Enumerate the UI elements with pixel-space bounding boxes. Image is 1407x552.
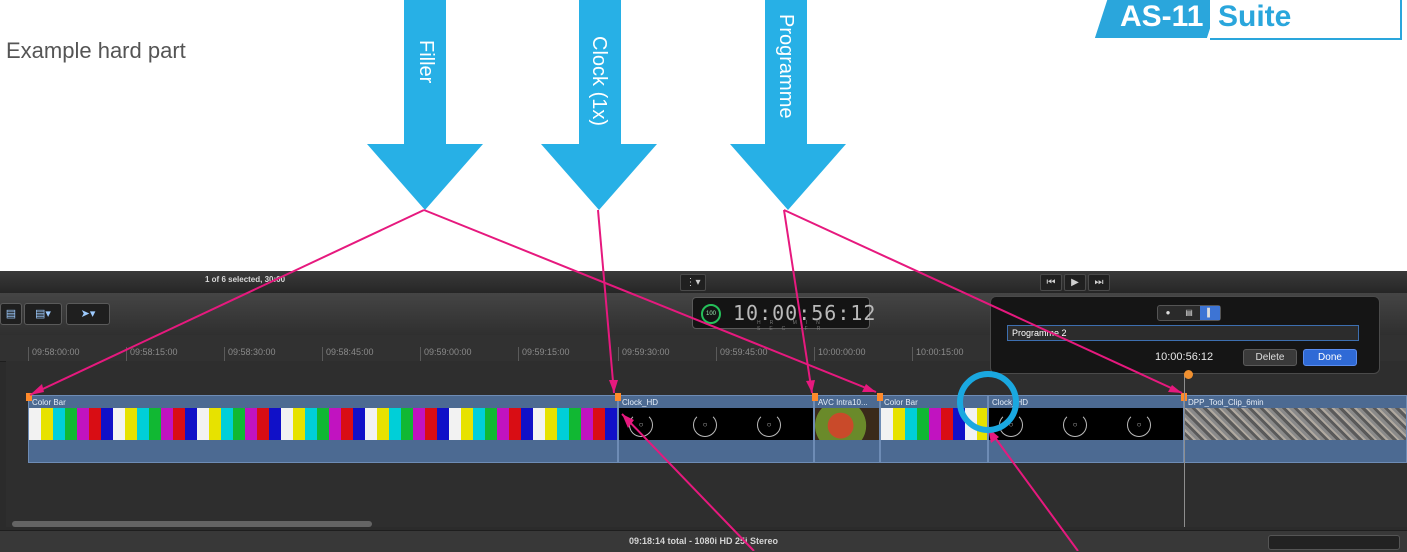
programme-pointer-line [783, 209, 813, 394]
arrowhead [609, 380, 618, 393]
annotation-overlay [29, 209, 1183, 551]
arrowhead [862, 384, 876, 392]
arrowhead [30, 384, 44, 395]
arrowhead [1168, 385, 1182, 393]
highlight-circle [957, 371, 1019, 433]
clock-pointer-line [987, 427, 1079, 551]
filler-pointer-line [29, 209, 425, 396]
clock-pointer-line [621, 413, 755, 551]
programme-pointer-line [783, 209, 1183, 394]
arrowhead [806, 380, 815, 393]
clock-pointer-line [597, 209, 615, 394]
